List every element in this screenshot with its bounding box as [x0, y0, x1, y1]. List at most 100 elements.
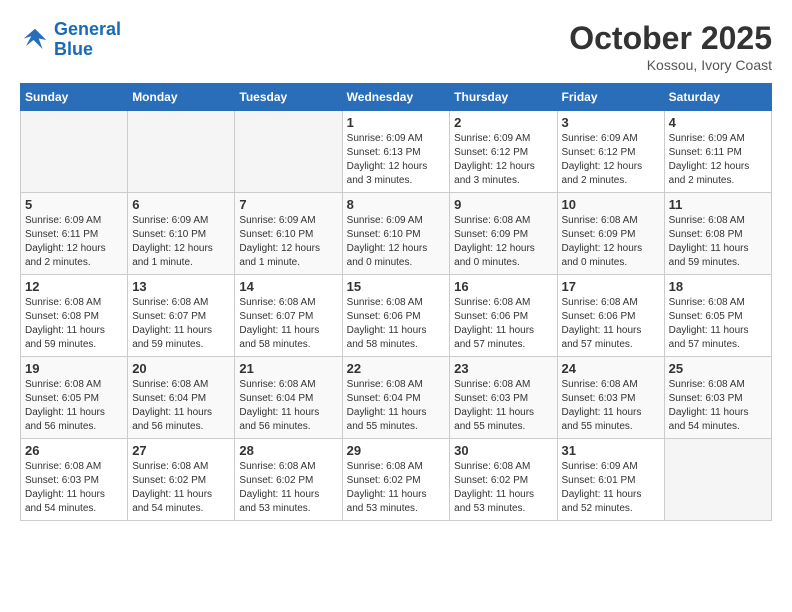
day-number: 27: [132, 443, 230, 458]
day-number: 23: [454, 361, 552, 376]
day-info: Sunrise: 6:08 AMSunset: 6:03 PMDaylight:…: [454, 378, 552, 434]
day-info: Sunrise: 6:08 AMSunset: 6:07 PMDaylight:…: [132, 296, 230, 352]
calendar-week-1: 1 Sunrise: 6:09 AMSunset: 6:13 PMDaylight…: [21, 111, 772, 193]
day-info: Sunrise: 6:08 AMSunset: 6:03 PMDaylight:…: [562, 378, 660, 434]
day-number: 31: [562, 443, 660, 458]
day-info: Sunrise: 6:09 AMSunset: 6:12 PMDaylight:…: [562, 132, 660, 188]
calendar-cell: 4Sunrise: 6:09 AMSunset: 6:11 PMDaylight…: [664, 111, 771, 193]
calendar-cell: 13 Sunrise: 6:08 AMSunset: 6:07 PMDayligh…: [128, 275, 235, 357]
day-number: 12: [25, 279, 123, 294]
day-info: Sunrise: 6:08 AMSunset: 6:03 PMDaylight:…: [25, 460, 123, 516]
day-number: 28: [239, 443, 337, 458]
day-info: Sunrise: 6:09 AMSunset: 6:13 PMDaylight:…: [347, 132, 446, 188]
day-info: Sunrise: 6:09 AMSunset: 6:12 PMDaylight:…: [454, 132, 552, 188]
calendar-cell: 16 Sunrise: 6:08 AMSunset: 6:06 PMDayligh…: [450, 275, 557, 357]
calendar-cell: 22 Sunrise: 6:08 AMSunset: 6:04 PMDayligh…: [342, 357, 450, 439]
day-number: 17: [562, 279, 660, 294]
calendar-cell: 14Sunrise: 6:08 AMSunset: 6:07 PMDayligh…: [235, 275, 342, 357]
calendar-cell: 12 Sunrise: 6:08 AMSunset: 6:08 PMDayligh…: [21, 275, 128, 357]
title-block: October 2025 Kossou, Ivory Coast: [569, 20, 772, 73]
calendar-table: SundayMondayTuesdayWednesdayThursdayFrid…: [20, 83, 772, 521]
day-number: 7: [239, 197, 337, 212]
day-info: Sunrise: 6:08 AMSunset: 6:02 PMDaylight:…: [347, 460, 446, 516]
day-number: 2: [454, 115, 552, 130]
day-number: 5: [25, 197, 123, 212]
calendar-cell: 28 Sunrise: 6:08 AMSunset: 6:02 PMDayligh…: [235, 439, 342, 521]
day-header-thursday: Thursday: [450, 84, 557, 111]
logo-text: General Blue: [54, 20, 121, 60]
day-info: Sunrise: 6:08 AMSunset: 6:08 PMDaylight:…: [669, 214, 767, 270]
day-info: Sunrise: 6:08 AMSunset: 6:05 PMDaylight:…: [669, 296, 767, 352]
day-number: 6: [132, 197, 230, 212]
calendar-cell: 6 Sunrise: 6:09 AMSunset: 6:10 PMDaylight…: [128, 193, 235, 275]
calendar-cell: 3 Sunrise: 6:09 AMSunset: 6:12 PMDaylight…: [557, 111, 664, 193]
calendar-cell: 20Sunrise: 6:08 AMSunset: 6:04 PMDayligh…: [128, 357, 235, 439]
day-info: Sunrise: 6:09 AMSunset: 6:11 PMDaylight:…: [669, 132, 767, 188]
day-number: 20: [132, 361, 230, 376]
day-info: Sunrise: 6:08 AMSunset: 6:03 PMDaylight:…: [669, 378, 767, 434]
day-header-monday: Monday: [128, 84, 235, 111]
calendar-cell: 31 Sunrise: 6:09 AMSunset: 6:01 PMDayligh…: [557, 439, 664, 521]
day-info: Sunrise: 6:08 AMSunset: 6:02 PMDaylight:…: [239, 460, 337, 516]
day-info: Sunrise: 6:08 AMSunset: 6:04 PMDaylight:…: [239, 378, 337, 434]
day-info: Sunrise: 6:09 AMSunset: 6:10 PMDaylight:…: [239, 214, 337, 270]
day-number: 26: [25, 443, 123, 458]
calendar-cell: 8Sunrise: 6:09 AMSunset: 6:10 PMDaylight…: [342, 193, 450, 275]
day-info: Sunrise: 6:09 AMSunset: 6:10 PMDaylight:…: [132, 214, 230, 270]
calendar-cell: 11 Sunrise: 6:08 AMSunset: 6:08 PMDayligh…: [664, 193, 771, 275]
day-number: 1: [347, 115, 446, 130]
calendar-cell: 21Sunrise: 6:08 AMSunset: 6:04 PMDayligh…: [235, 357, 342, 439]
day-number: 13: [132, 279, 230, 294]
day-info: Sunrise: 6:08 AMSunset: 6:04 PMDaylight:…: [347, 378, 446, 434]
calendar-cell: 15 Sunrise: 6:08 AMSunset: 6:06 PMDayligh…: [342, 275, 450, 357]
day-header-wednesday: Wednesday: [342, 84, 450, 111]
calendar-cell: 7 Sunrise: 6:09 AMSunset: 6:10 PMDaylight…: [235, 193, 342, 275]
calendar-cell: [664, 439, 771, 521]
day-number: 16: [454, 279, 552, 294]
calendar-cell: 18 Sunrise: 6:08 AMSunset: 6:05 PMDayligh…: [664, 275, 771, 357]
calendar-cell: 19Sunrise: 6:08 AMSunset: 6:05 PMDayligh…: [21, 357, 128, 439]
day-info: Sunrise: 6:08 AMSunset: 6:09 PMDaylight:…: [454, 214, 552, 270]
day-info: Sunrise: 6:09 AMSunset: 6:01 PMDaylight:…: [562, 460, 660, 516]
day-number: 22: [347, 361, 446, 376]
calendar-cell: 27 Sunrise: 6:08 AMSunset: 6:02 PMDayligh…: [128, 439, 235, 521]
calendar-cell: 9 Sunrise: 6:08 AMSunset: 6:09 PMDaylight…: [450, 193, 557, 275]
day-info: Sunrise: 6:08 AMSunset: 6:07 PMDaylight:…: [239, 296, 337, 352]
day-info: Sunrise: 6:08 AMSunset: 6:02 PMDaylight:…: [132, 460, 230, 516]
calendar-cell: 25 Sunrise: 6:08 AMSunset: 6:03 PMDayligh…: [664, 357, 771, 439]
day-header-sunday: Sunday: [21, 84, 128, 111]
calendar-header-row: SundayMondayTuesdayWednesdayThursdayFrid…: [21, 84, 772, 111]
day-number: 15: [347, 279, 446, 294]
calendar-cell: [235, 111, 342, 193]
day-number: 24: [562, 361, 660, 376]
calendar-week-5: 26 Sunrise: 6:08 AMSunset: 6:03 PMDayligh…: [21, 439, 772, 521]
day-number: 8: [347, 197, 446, 212]
day-number: 18: [669, 279, 767, 294]
calendar-cell: 24 Sunrise: 6:08 AMSunset: 6:03 PMDayligh…: [557, 357, 664, 439]
day-number: 19: [25, 361, 123, 376]
day-info: Sunrise: 6:08 AMSunset: 6:06 PMDaylight:…: [454, 296, 552, 352]
calendar-cell: 29 Sunrise: 6:08 AMSunset: 6:02 PMDayligh…: [342, 439, 450, 521]
page-header: General Blue October 2025 Kossou, Ivory …: [20, 20, 772, 73]
location: Kossou, Ivory Coast: [569, 57, 772, 73]
day-number: 3: [562, 115, 660, 130]
day-number: 25: [669, 361, 767, 376]
day-info: Sunrise: 6:09 AMSunset: 6:11 PMDaylight:…: [25, 214, 123, 270]
day-info: Sunrise: 6:08 AMSunset: 6:06 PMDaylight:…: [347, 296, 446, 352]
day-header-saturday: Saturday: [664, 84, 771, 111]
calendar-week-4: 19Sunrise: 6:08 AMSunset: 6:05 PMDayligh…: [21, 357, 772, 439]
logo-icon: [20, 25, 50, 55]
calendar-cell: 26 Sunrise: 6:08 AMSunset: 6:03 PMDayligh…: [21, 439, 128, 521]
day-info: Sunrise: 6:08 AMSunset: 6:08 PMDaylight:…: [25, 296, 123, 352]
day-number: 29: [347, 443, 446, 458]
calendar-cell: 30Sunrise: 6:08 AMSunset: 6:02 PMDayligh…: [450, 439, 557, 521]
calendar-cell: 10 Sunrise: 6:08 AMSunset: 6:09 PMDayligh…: [557, 193, 664, 275]
day-info: Sunrise: 6:08 AMSunset: 6:09 PMDaylight:…: [562, 214, 660, 270]
calendar-week-2: 5 Sunrise: 6:09 AMSunset: 6:11 PMDaylight…: [21, 193, 772, 275]
day-number: 10: [562, 197, 660, 212]
calendar-cell: [21, 111, 128, 193]
day-number: 11: [669, 197, 767, 212]
day-number: 9: [454, 197, 552, 212]
calendar-cell: 2 Sunrise: 6:09 AMSunset: 6:12 PMDaylight…: [450, 111, 557, 193]
day-header-tuesday: Tuesday: [235, 84, 342, 111]
